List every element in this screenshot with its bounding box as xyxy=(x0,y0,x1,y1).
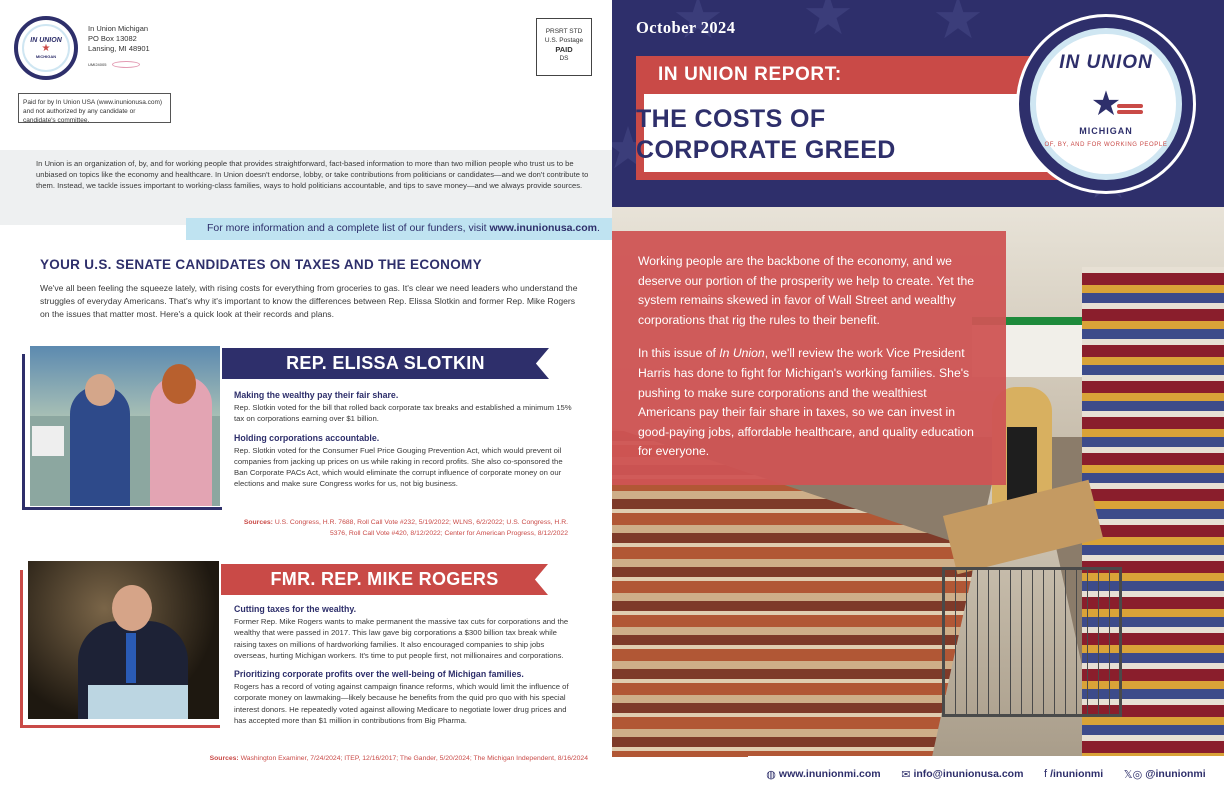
postage-indicia: PRSRT STD U.S. Postage PAID DS xyxy=(536,18,592,76)
slotkin-banner: REP. ELISSA SLOTKIN xyxy=(222,348,549,379)
more-info-text: For more information and a complete list… xyxy=(207,222,490,234)
rogers-record: Cutting taxes for the wealthy. Former Re… xyxy=(234,604,574,734)
postage-paid: PAID xyxy=(555,45,573,54)
sources-label: Sources: xyxy=(243,519,273,526)
postage-line: DS xyxy=(559,55,569,62)
funders-link[interactable]: www.inunionusa.com xyxy=(489,222,597,234)
cover-header: ★ ★ ★ ★ ★ October 2024 IN UNION REPORT: … xyxy=(612,0,1224,207)
facebook-link[interactable]: /inunionmi xyxy=(1050,768,1103,780)
social-link[interactable]: @inunionmi xyxy=(1145,768,1205,780)
facebook-contact[interactable]: f/inunionmi xyxy=(1044,768,1103,780)
email-contact[interactable]: ✉ info@inunionusa.com xyxy=(901,768,1023,781)
record-text: Rogers has a record of voting against ca… xyxy=(234,682,569,725)
record-text: Former Rep. Mike Rogers wants to make pe… xyxy=(234,617,569,660)
paid-for-disclaimer: Paid for by In Union USA (www.inunionusa… xyxy=(18,93,171,124)
slotkin-sources: Sources: U.S. Congress, H.R. 7688, Roll … xyxy=(232,517,568,539)
record-heading: Holding corporations accountable. xyxy=(234,432,380,443)
back-panel: IN UNION ★ MICHIGAN In Union Michigan PO… xyxy=(0,0,612,792)
sources-text: U.S. Congress, H.R. 7688, Roll Call Vote… xyxy=(274,519,568,537)
envelope-icon: ✉ xyxy=(901,768,911,781)
postage-line: U.S. Postage xyxy=(544,37,584,44)
more-info-period: . xyxy=(597,222,600,234)
record-heading: Cutting taxes for the wealthy. xyxy=(234,604,357,614)
badge-tagline: OF, BY, AND FOR WORKING PEOPLE xyxy=(1044,142,1168,148)
record-text: Rep. Slotkin voted for the bill that rol… xyxy=(234,403,572,424)
badge-title: IN UNION xyxy=(1059,52,1153,73)
address-line: Lansing, MI 48901 xyxy=(88,44,150,53)
publication-name: In Union xyxy=(719,346,765,361)
more-info-bar: For more information and a complete list… xyxy=(186,218,612,240)
contact-footer: ◍ www.inunionmi.com ✉ info@inunionusa.com … xyxy=(748,756,1224,792)
mailer-code: UMI24005 xyxy=(88,62,107,67)
x-instagram-icon: 𝕏◎ xyxy=(1123,768,1143,781)
star-icon: ★ xyxy=(41,43,51,54)
star-icon: ★ xyxy=(802,0,854,47)
callout-paragraph: In this issue of In Union, we'll review … xyxy=(638,344,984,462)
callout-paragraph: Working people are the backbone of the e… xyxy=(638,254,975,327)
intro-text: In Union is an organization of, by, and … xyxy=(36,159,589,190)
website-contact[interactable]: ◍ www.inunionmi.com xyxy=(766,768,880,781)
record-text: Rep. Slotkin voted for the Consumer Fuel… xyxy=(234,445,563,489)
record-heading: Making the wealthy pay their fair share. xyxy=(234,390,399,400)
issue-date: October 2024 xyxy=(636,18,736,37)
rogers-sources: Sources: Washington Examiner, 7/24/2024;… xyxy=(100,753,588,764)
senate-intro: We've all been feeling the squeeze latel… xyxy=(40,283,578,319)
callout-text: , we'll review the work Vice President H… xyxy=(638,346,974,459)
intro-callout-text: Working people are the backbone of the e… xyxy=(638,252,984,476)
facebook-icon: f xyxy=(1044,768,1048,780)
record-heading: Prioritizing corporate profits over the … xyxy=(234,669,524,680)
return-address: In Union Michigan PO Box 13082 Lansing, … xyxy=(88,24,150,70)
report-title: THE COSTS OF CORPORATE GREED xyxy=(636,104,896,166)
rogers-banner: FMR. REP. MIKE ROGERS xyxy=(221,564,548,595)
flag-star-icon: ★ xyxy=(1090,85,1144,123)
slotkin-photo xyxy=(30,346,220,506)
sources-label: Sources: xyxy=(209,755,239,762)
title-line: THE COSTS OF xyxy=(636,105,826,133)
globe-icon: ◍ xyxy=(766,768,776,781)
union-bug-icon xyxy=(112,61,141,69)
logo-state: MICHIGAN xyxy=(35,54,57,59)
slotkin-record: Making the wealthy pay their fair share.… xyxy=(234,390,574,498)
sources-text: Washington Examiner, 7/24/2024; ITEP, 12… xyxy=(240,755,588,762)
address-line: In Union Michigan xyxy=(88,24,149,33)
callout-text: In this issue of xyxy=(638,346,720,361)
senate-heading: YOUR U.S. SENATE CANDIDATES ON TAXES AND… xyxy=(40,257,482,272)
badge-state: MICHIGAN xyxy=(1079,126,1133,136)
in-union-logo: IN UNION ★ MICHIGAN xyxy=(14,16,78,80)
rogers-photo xyxy=(28,561,219,719)
star-icon: ★ xyxy=(932,0,984,51)
postage-line: PRSRT STD xyxy=(545,28,583,35)
website-link[interactable]: www.inunionmi.com xyxy=(779,768,881,780)
title-line: CORPORATE GREED xyxy=(636,136,896,164)
report-label: IN UNION REPORT: xyxy=(636,56,892,94)
email-link[interactable]: info@inunionusa.com xyxy=(913,768,1023,780)
social-contact[interactable]: 𝕏◎ @inunionmi xyxy=(1124,768,1206,781)
in-union-michigan-badge: IN UNION ★ MICHIGAN OF, BY, AND FOR WORK… xyxy=(1016,14,1196,194)
address-line: PO Box 13082 xyxy=(88,34,137,43)
